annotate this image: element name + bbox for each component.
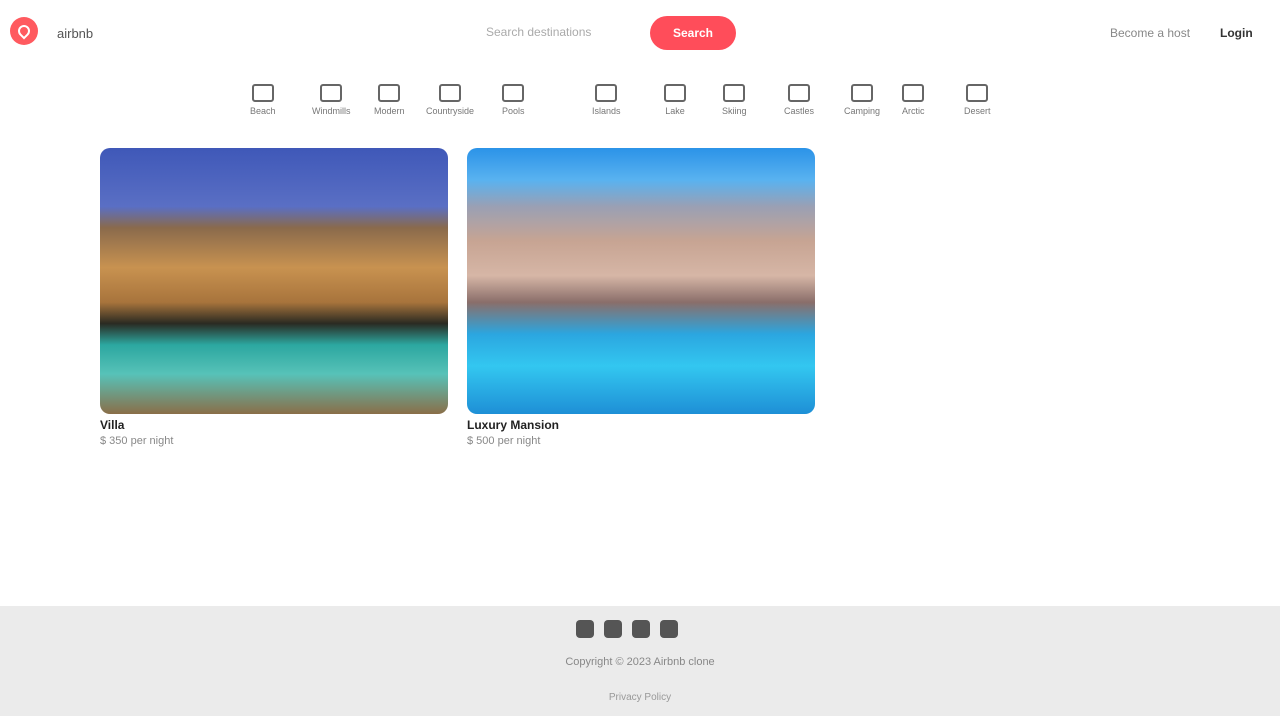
- category-item-desert[interactable]: Desert: [964, 84, 991, 116]
- listing-photo[interactable]: [467, 148, 815, 414]
- category-item-beach[interactable]: Beach: [250, 84, 276, 116]
- footer: Copyright © 2023 Airbnb clone Privacy Po…: [0, 606, 1280, 716]
- category-item-islands[interactable]: Islands: [592, 84, 621, 116]
- countryside-icon: [439, 84, 462, 102]
- linkedin-icon[interactable]: [660, 620, 678, 638]
- facebook-icon[interactable]: [576, 620, 594, 638]
- listing-photo[interactable]: [100, 148, 448, 414]
- login-link[interactable]: Login: [1220, 26, 1253, 40]
- search-button[interactable]: Search: [650, 16, 736, 50]
- modern-icon: [378, 84, 401, 102]
- copyright-text: Copyright © 2023 Airbnb clone: [565, 656, 715, 668]
- listing-title: Villa: [100, 418, 125, 432]
- island-icon: [595, 84, 618, 102]
- category-item-skiing[interactable]: Skiing: [722, 84, 747, 116]
- top-navbar: airbnb Search destinations Search Become…: [0, 0, 1280, 68]
- skiing-icon: [723, 84, 746, 102]
- category-item-windmills[interactable]: Windmills: [312, 84, 351, 116]
- category-bar: Beach Windmills Modern Countryside Pools…: [240, 84, 1030, 126]
- listing-title: Luxury Mansion: [467, 418, 560, 432]
- category-item-camping[interactable]: Camping: [844, 84, 880, 116]
- category-item-modern[interactable]: Modern: [374, 84, 405, 116]
- beach-icon: [251, 84, 274, 102]
- pool-icon: [502, 84, 525, 102]
- camping-icon: [851, 84, 874, 102]
- twitter-icon[interactable]: [604, 620, 622, 638]
- listing-price: $ 350 per night: [100, 435, 174, 447]
- become-host-link[interactable]: Become a host: [1110, 26, 1190, 40]
- footer-link[interactable]: Privacy Policy: [0, 692, 1280, 703]
- arctic-icon: [902, 84, 925, 102]
- category-item-castles[interactable]: Castles: [784, 84, 814, 116]
- desert-icon: [966, 84, 989, 102]
- brand-name[interactable]: airbnb: [57, 26, 93, 41]
- category-item-countryside[interactable]: Countryside: [426, 84, 474, 116]
- social-links: [576, 620, 678, 638]
- category-item-pools[interactable]: Pools: [502, 84, 525, 116]
- listing-card[interactable]: Villa $ 350 per night: [100, 148, 448, 447]
- category-item-lake[interactable]: Lake: [664, 84, 686, 116]
- instagram-icon[interactable]: [632, 620, 650, 638]
- lake-icon: [664, 84, 686, 102]
- airbnb-logo-icon[interactable]: [10, 17, 38, 45]
- listing-card[interactable]: Luxury Mansion $ 500 per night: [467, 148, 815, 447]
- search-input[interactable]: Search destinations: [486, 25, 591, 39]
- category-item-arctic[interactable]: Arctic: [902, 84, 925, 116]
- listing-price: $ 500 per night: [467, 435, 541, 447]
- castle-icon: [788, 84, 810, 102]
- windmill-icon: [320, 84, 343, 102]
